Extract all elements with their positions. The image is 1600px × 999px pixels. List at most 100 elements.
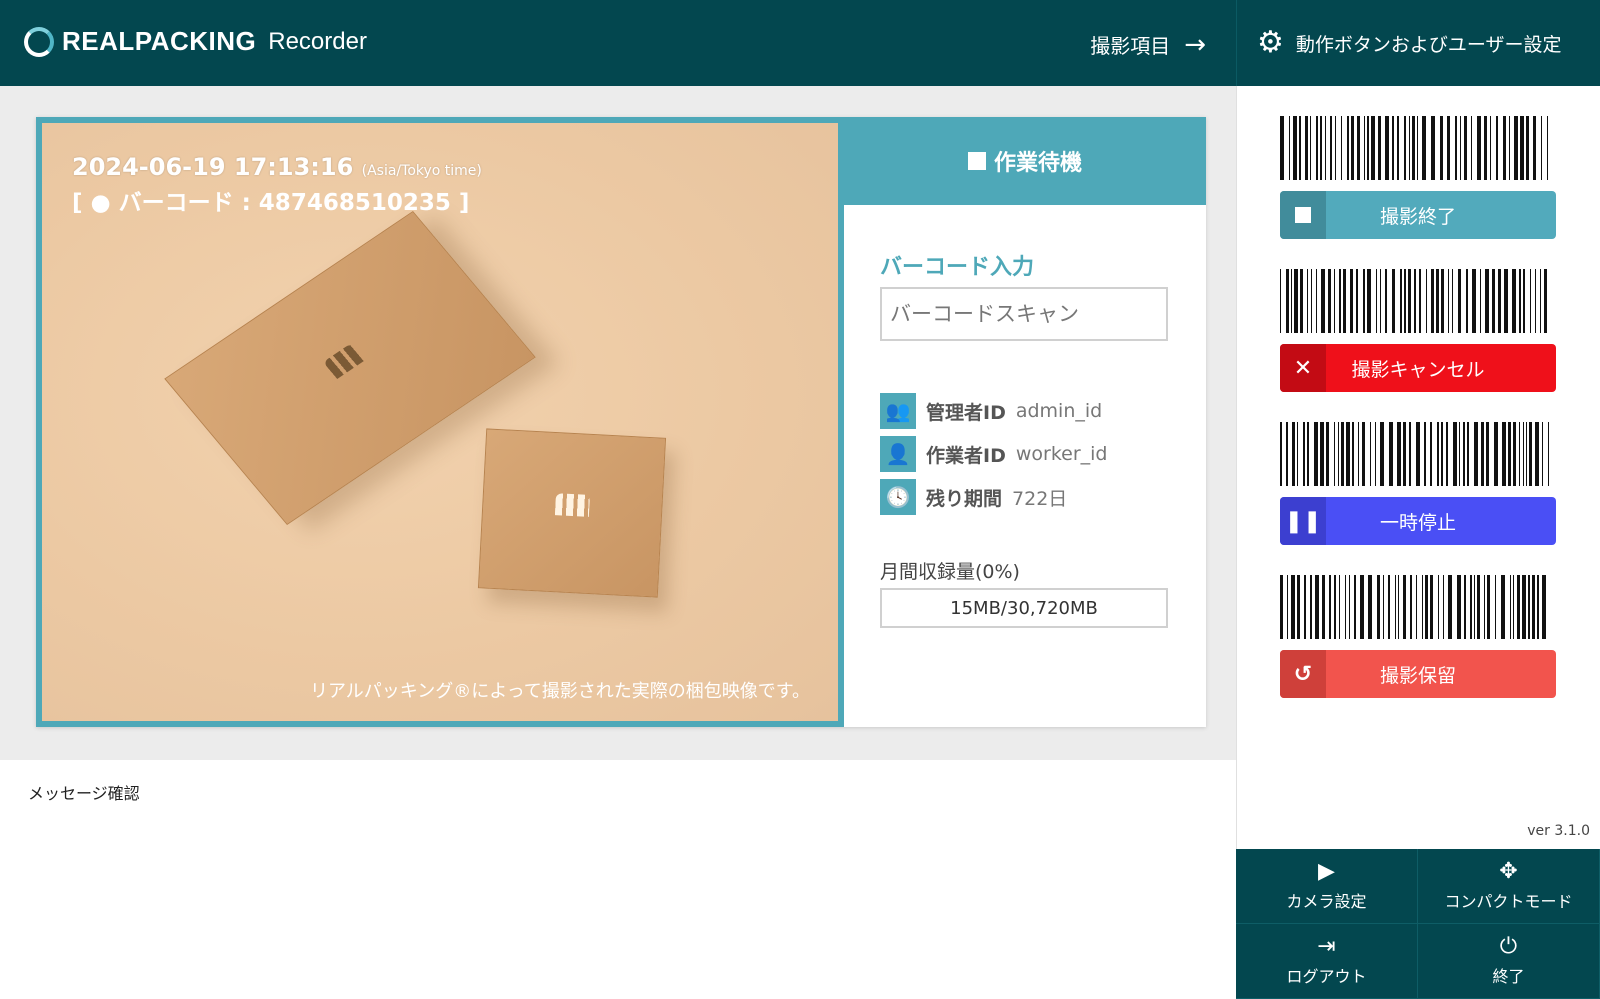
barcode-bar <box>1314 422 1318 486</box>
barcode-bar <box>1388 575 1390 639</box>
barcode-bar <box>1341 422 1344 486</box>
barcode-bar <box>1404 116 1406 180</box>
barcode-bar <box>1349 575 1350 639</box>
logo-icon <box>24 26 54 57</box>
barcode-bar <box>1303 422 1305 486</box>
barcode-input[interactable] <box>880 287 1168 341</box>
barcode-bar <box>1512 269 1516 333</box>
barcode-image-hold <box>1280 575 1556 639</box>
barcode-bar <box>1408 269 1411 333</box>
barcode-bar <box>1508 422 1511 486</box>
barcode-bar <box>1358 422 1359 486</box>
barcode-bar <box>1448 269 1449 333</box>
barcode-bar <box>1338 422 1339 486</box>
barcode-bar <box>1334 422 1335 486</box>
barcode-bar <box>1286 422 1288 486</box>
barcode-bar <box>1325 116 1326 180</box>
end-recording-button[interactable]: 撮影終了 <box>1280 191 1556 239</box>
barcode-bar <box>1370 422 1371 486</box>
barcode-bar <box>1530 269 1531 333</box>
barcode-bar <box>1523 269 1525 333</box>
barcode-bar <box>1472 269 1476 333</box>
barcode-bar <box>1304 575 1306 639</box>
barcode-bar <box>1376 269 1377 333</box>
barcode-bar <box>1484 116 1487 180</box>
barcode-bar <box>1477 575 1480 639</box>
barcode-bar <box>1414 269 1416 333</box>
message-check-link[interactable]: メッセージ確認 <box>28 780 140 804</box>
barcode-bar <box>1452 269 1453 333</box>
barcode-bar <box>1368 575 1372 639</box>
barcode-bar <box>1504 269 1508 333</box>
barcode-bar <box>1513 422 1516 486</box>
barcode-bar <box>1398 575 1399 639</box>
barcode-bar <box>1328 269 1331 333</box>
video-timestamp: 2024-06-19 17:13:16 (Asia/Tokyo time) <box>72 153 482 181</box>
barcode-bar <box>1409 422 1411 486</box>
barcode-bar <box>1352 422 1354 486</box>
worker-id-label: 作業者ID <box>926 444 1006 467</box>
barcode-bar <box>1477 116 1481 180</box>
timezone-text: (Asia/Tokyo time) <box>361 163 482 179</box>
camera-settings-button[interactable]: ▶ カメラ設定 <box>1236 849 1418 924</box>
app-logo: REALPACKING Recorder <box>24 26 367 57</box>
barcode-bar <box>1416 575 1417 639</box>
arrow-right-icon: → <box>1184 29 1206 60</box>
barcode-bar <box>1431 269 1434 333</box>
cancel-recording-button[interactable]: ✕ 撮影キャンセル <box>1280 344 1556 392</box>
barcode-bar <box>1459 422 1460 486</box>
barcode-bar <box>1480 269 1481 333</box>
status-title: 作業待機 <box>993 151 1082 176</box>
pause-button[interactable]: ❚❚ 一時停止 <box>1280 497 1556 545</box>
logout-button[interactable]: ⇥ ログアウト <box>1236 924 1418 999</box>
barcode-bar <box>1453 422 1457 486</box>
barcode-bar <box>1463 422 1465 486</box>
barcode-bar <box>1495 575 1496 639</box>
barcode-bar <box>1410 575 1412 639</box>
barcode-bar <box>1474 575 1475 639</box>
barcode-bar <box>1517 575 1520 639</box>
sign-out-icon: ⇥ <box>1317 934 1336 959</box>
barcode-bar <box>1458 269 1461 333</box>
barcode-bar <box>1330 116 1332 180</box>
package-image-small <box>477 428 667 598</box>
remaining-period-row: 🕓 残り期間 722日 <box>880 479 1067 515</box>
exit-label: 終了 <box>1492 967 1525 986</box>
barcode-bar <box>1417 116 1418 180</box>
barcode-bar <box>1299 116 1301 180</box>
barcode-bar <box>1367 269 1371 333</box>
settings-header-button[interactable]: ⚙ 動作ボタンおよびユーザー設定 <box>1236 0 1600 86</box>
barcode-bar <box>1310 575 1312 639</box>
camera-settings-label: カメラ設定 <box>1286 892 1367 911</box>
shooting-items-link[interactable]: 撮影項目 → <box>1090 30 1206 59</box>
barcode-bar <box>1392 116 1394 180</box>
barcode-bar <box>1446 422 1448 486</box>
hold-recording-label: 撮影保留 <box>1379 664 1456 687</box>
barcode-bar <box>1510 575 1511 639</box>
barcode-bar <box>1424 422 1426 486</box>
compact-mode-button[interactable]: ✥ コンパクトモード <box>1418 849 1600 924</box>
exit-button[interactable]: ⏻ 終了 <box>1418 924 1600 999</box>
barcode-bar <box>1492 269 1495 333</box>
barcode-bar <box>1509 116 1510 180</box>
barcode-bar <box>1486 422 1489 486</box>
barcode-bar <box>1329 575 1331 639</box>
barcode-bar <box>1335 116 1336 180</box>
barcode-bar <box>1347 116 1349 180</box>
barcode-bar <box>1380 269 1381 333</box>
barcode-bar <box>1526 116 1529 180</box>
barcode-bar <box>1377 575 1380 639</box>
barcode-bar <box>1447 116 1450 180</box>
barcode-bar <box>1287 575 1288 639</box>
users-icon: 👥 <box>880 393 916 429</box>
barcode-bar <box>1532 575 1535 639</box>
hold-recording-button[interactable]: ↺ 撮影保留 <box>1280 650 1556 698</box>
barcode-bar <box>1389 422 1393 486</box>
settings-label: 動作ボタンおよびユーザー設定 <box>1295 33 1562 56</box>
barcode-bar <box>1519 269 1521 333</box>
version-label: ver 3.1.0 <box>1527 823 1590 839</box>
barcode-bar <box>1412 116 1415 180</box>
barcode-bar <box>1311 269 1312 333</box>
barcode-bar <box>1535 269 1536 333</box>
barcode-bar <box>1360 575 1364 639</box>
